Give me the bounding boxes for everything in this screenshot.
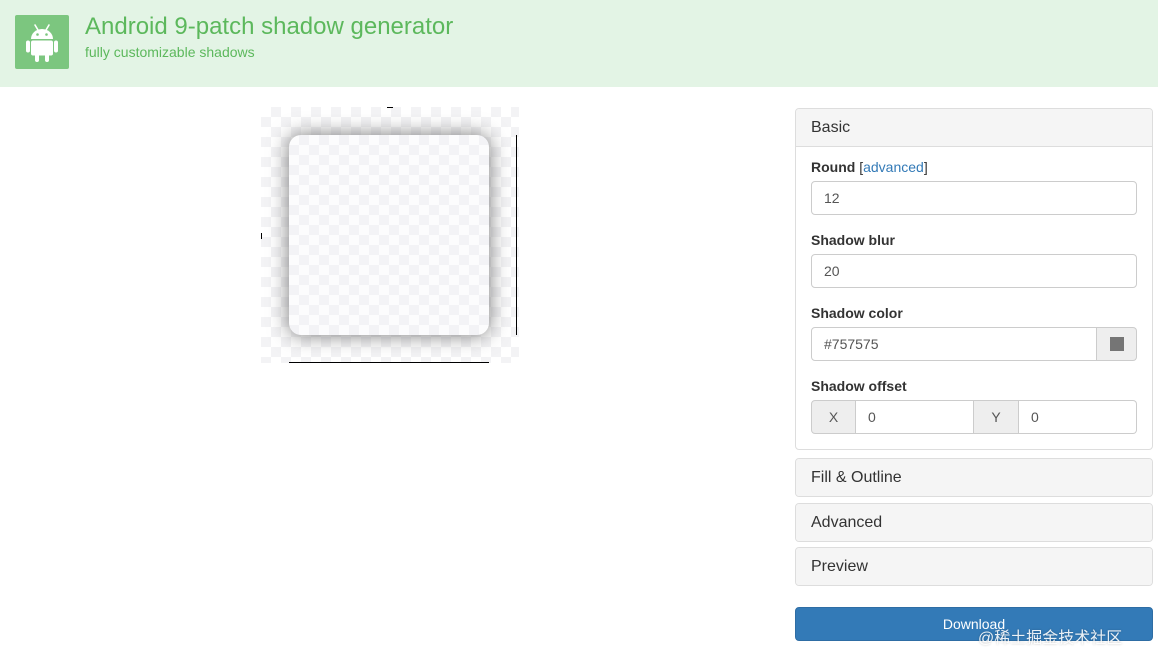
content-marker-right — [516, 135, 517, 335]
shadow-color-label: Shadow color — [811, 305, 903, 321]
round-input[interactable] — [811, 181, 1137, 215]
offset-x-input[interactable] — [856, 400, 974, 434]
round-label: Round [advanced] — [811, 159, 928, 175]
preview-panel-heading[interactable]: Preview — [796, 548, 1152, 585]
color-picker-button[interactable] — [1097, 327, 1137, 361]
nine-patch-preview — [261, 107, 519, 363]
fill-outline-panel-heading[interactable]: Fill & Outline — [796, 459, 1152, 496]
android-logo-icon — [15, 15, 69, 69]
shadow-offset-input-group: X Y — [811, 400, 1137, 434]
content-marker-bottom — [289, 362, 489, 363]
app-title: Android 9-patch shadow generator — [85, 13, 454, 40]
shadow-blur-input[interactable] — [811, 254, 1137, 288]
offset-y-addon: Y — [974, 400, 1019, 434]
shadow-color-group: Shadow color — [811, 303, 1137, 361]
offset-x-addon: X — [811, 400, 856, 434]
app-subtitle: fully customizable shadows — [85, 44, 255, 60]
round-group: Round [advanced] — [811, 157, 1137, 215]
bracket-close: ] — [923, 159, 928, 175]
offset-y-input[interactable] — [1019, 400, 1137, 434]
advanced-round-link[interactable]: advanced — [863, 159, 924, 175]
stretch-marker-top — [387, 107, 393, 108]
basic-panel-body: Round [advanced] Shadow blur Shadow colo… — [796, 147, 1152, 449]
shadow-blur-label: Shadow blur — [811, 232, 895, 248]
advanced-panel-heading[interactable]: Advanced — [796, 504, 1152, 541]
stretch-marker-left — [261, 233, 262, 239]
advanced-panel: Advanced — [795, 503, 1153, 542]
watermark-text: @稀土掘金技术社区 — [978, 630, 1123, 647]
shadow-offset-label: Shadow offset — [811, 378, 907, 394]
shadow-offset-group: Shadow offset X Y — [811, 376, 1137, 434]
basic-panel-heading[interactable]: Basic — [796, 109, 1152, 147]
preview-panel: Preview — [795, 547, 1153, 586]
app-header: Android 9-patch shadow generator fully c… — [0, 0, 1158, 87]
shadow-color-input-group — [811, 327, 1137, 361]
basic-panel: Basic Round [advanced] Shadow blur Shado… — [795, 108, 1153, 450]
shadow-shape-preview — [289, 135, 489, 335]
color-swatch-icon — [1109, 336, 1124, 351]
shadow-color-input[interactable] — [811, 327, 1097, 361]
shadow-blur-group: Shadow blur — [811, 230, 1137, 288]
fill-outline-panel: Fill & Outline — [795, 458, 1153, 497]
